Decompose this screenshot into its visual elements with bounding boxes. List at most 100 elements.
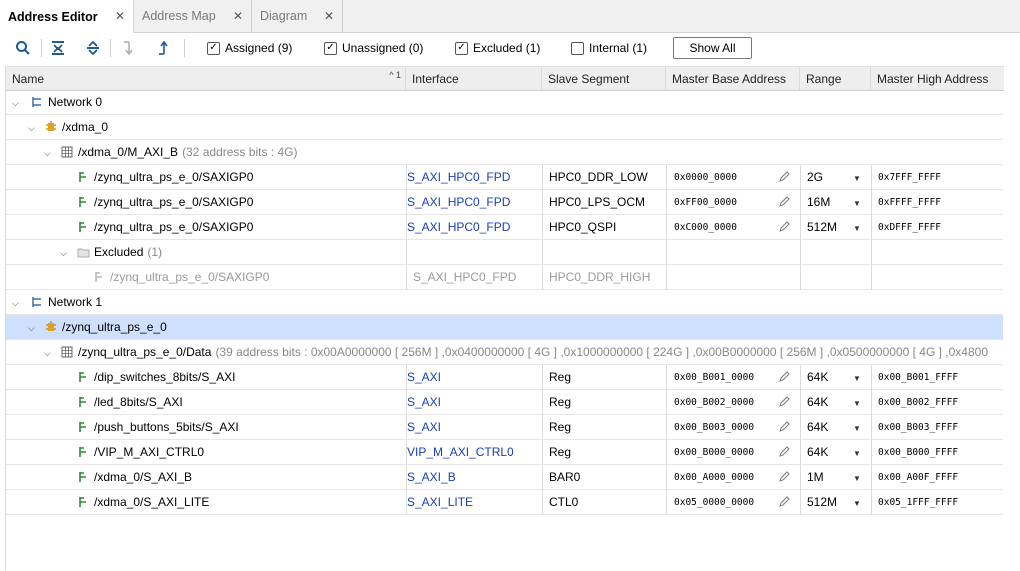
close-icon[interactable]: ✕ <box>324 9 334 23</box>
chevron-down-icon[interactable]: ⌵ <box>60 248 67 259</box>
collapse-all-icon[interactable] <box>48 38 68 58</box>
segment-icon <box>76 470 90 484</box>
pencil-icon[interactable] <box>778 370 791 386</box>
pencil-icon[interactable] <box>778 420 791 436</box>
range-dropdown[interactable]: 64K <box>807 365 828 389</box>
pencil-icon[interactable] <box>778 170 791 186</box>
chevron-down-icon[interactable]: ⌵ <box>44 348 51 359</box>
segment-name: /push_buttons_5bits/S_AXI <box>94 420 239 434</box>
show-all-button[interactable]: Show All <box>673 37 752 59</box>
dropdown-arrow-icon[interactable]: ▼ <box>853 199 861 208</box>
tab-address-editor[interactable]: Address Editor ✕ <box>0 0 134 33</box>
range-dropdown[interactable]: 64K <box>807 390 828 414</box>
close-icon[interactable]: ✕ <box>233 9 243 23</box>
tree-row-address-space[interactable]: ⌵ /zynq_ultra_ps_e_0/Data (39 address bi… <box>6 340 1003 365</box>
table-row[interactable]: /push_buttons_5bits/S_AXI S_AXI Reg 0x00… <box>6 415 1003 440</box>
master-base-address-field[interactable]: 0x00_B003_0000 <box>674 415 754 439</box>
table-row[interactable]: /zynq_ultra_ps_e_0/SAXIGP0 S_AXI_HPC0_FP… <box>6 190 1003 215</box>
master-base-address-field[interactable]: 0xC000_0000 <box>674 215 737 239</box>
interface-link[interactable]: S_AXI_LITE <box>407 490 473 514</box>
master-base-address-field[interactable]: 0xFF00_0000 <box>674 190 737 214</box>
column-header-slave-segment[interactable]: Slave Segment <box>542 67 666 90</box>
table-row[interactable]: /led_8bits/S_AXI S_AXI Reg 0x00_B002_000… <box>6 390 1003 415</box>
chevron-down-icon[interactable]: ⌵ <box>44 148 51 159</box>
master-base-address-field[interactable]: 0x00_A000_0000 <box>674 465 754 489</box>
column-header-interface[interactable]: Interface <box>406 67 542 90</box>
chevron-down-icon[interactable]: ⌵ <box>28 123 35 134</box>
table-row[interactable]: /xdma_0/S_AXI_B S_AXI_B BAR0 0x00_A000_0… <box>6 465 1003 490</box>
column-header-master-base-address[interactable]: Master Base Address <box>666 67 800 90</box>
range-dropdown[interactable]: 64K <box>807 415 828 439</box>
interface-link[interactable]: S_AXI_HPC0_FPD <box>407 165 510 189</box>
interface-link[interactable]: S_AXI_B <box>407 465 456 489</box>
tree-row-network-0[interactable]: ⌵ Network 0 <box>6 90 1003 115</box>
range-dropdown[interactable]: 16M <box>807 190 830 214</box>
chevron-down-icon[interactable]: ⌵ <box>28 323 35 334</box>
column-header-name[interactable]: Name ^ 1 <box>6 67 406 90</box>
pencil-icon[interactable] <box>778 195 791 211</box>
close-icon[interactable]: ✕ <box>115 9 125 23</box>
dropdown-arrow-icon[interactable]: ▼ <box>853 374 861 383</box>
interface-link[interactable]: S_AXI_HPC0_FPD <box>407 190 510 214</box>
master-base-address-field[interactable]: 0x00_B001_0000 <box>674 365 754 389</box>
range-dropdown[interactable]: 512M <box>807 490 837 514</box>
range-dropdown[interactable]: 512M <box>807 215 837 239</box>
chevron-down-icon[interactable]: ⌵ <box>12 98 19 109</box>
chevron-down-icon[interactable]: ⌵ <box>12 298 19 309</box>
unassigned-filter-checkbox[interactable]: ✓ Unassigned (0) <box>324 41 423 55</box>
excluded-filter-checkbox[interactable]: ✓ Excluded (1) <box>455 41 540 55</box>
range-dropdown[interactable]: 64K <box>807 440 828 464</box>
address-space-icon <box>60 145 74 159</box>
pencil-icon[interactable] <box>778 220 791 236</box>
slave-segment: CTL0 <box>549 495 579 509</box>
interface-label: S_AXI_HPC0_FPD <box>413 270 517 284</box>
internal-filter-checkbox[interactable]: Internal (1) <box>571 41 647 55</box>
interface-link[interactable]: S_AXI <box>407 365 441 389</box>
tree-row-master-zynq[interactable]: ⌵ /zynq_ultra_ps_e_0 <box>6 315 1003 340</box>
interface-link[interactable]: S_AXI_HPC0_FPD <box>407 215 510 239</box>
dropdown-arrow-icon[interactable]: ▼ <box>853 499 861 508</box>
column-divider <box>666 165 667 290</box>
dropdown-arrow-icon[interactable]: ▼ <box>853 424 861 433</box>
column-header-range[interactable]: Range <box>800 67 871 90</box>
pencil-icon[interactable] <box>778 395 791 411</box>
expand-all-icon[interactable] <box>83 38 103 58</box>
column-divider <box>542 165 543 290</box>
range-dropdown[interactable]: 2G <box>807 165 823 189</box>
assigned-filter-checkbox[interactable]: ✓ Assigned (9) <box>207 41 292 55</box>
master-base-address-field[interactable]: 0x00_B002_0000 <box>674 390 754 414</box>
dropdown-arrow-icon[interactable]: ▼ <box>853 474 861 483</box>
tree-row-excluded-group[interactable]: ⌵ Excluded (1) <box>6 240 1003 265</box>
master-base-address-field[interactable]: 0x0000_0000 <box>674 165 737 189</box>
dropdown-arrow-icon[interactable]: ▼ <box>853 449 861 458</box>
search-icon[interactable] <box>13 38 33 58</box>
master-base-address-field[interactable]: 0x00_B000_0000 <box>674 440 754 464</box>
column-divider <box>800 165 801 290</box>
segment-icon <box>76 195 90 209</box>
table-row[interactable]: /dip_switches_8bits/S_AXI S_AXI Reg 0x00… <box>6 365 1003 390</box>
pencil-icon[interactable] <box>778 445 791 461</box>
tab-address-map[interactable]: Address Map ✕ <box>134 0 252 32</box>
move-down-icon[interactable] <box>118 38 138 58</box>
column-header-master-high-address[interactable]: Master High Address <box>871 67 1004 90</box>
table-row[interactable]: /zynq_ultra_ps_e_0/SAXIGP0 S_AXI_HPC0_FP… <box>6 165 1003 190</box>
dropdown-arrow-icon[interactable]: ▼ <box>853 399 861 408</box>
interface-link[interactable]: VIP_M_AXI_CTRL0 <box>407 440 514 464</box>
dropdown-arrow-icon[interactable]: ▼ <box>853 174 861 183</box>
tree-row-network-1[interactable]: ⌵ Network 1 <box>6 290 1003 315</box>
table-row[interactable]: /xdma_0/S_AXI_LITE S_AXI_LITE CTL0 0x05_… <box>6 490 1003 515</box>
dropdown-arrow-icon[interactable]: ▼ <box>853 224 861 233</box>
move-up-icon[interactable] <box>153 38 173 58</box>
pencil-icon[interactable] <box>778 495 791 511</box>
table-row[interactable]: /zynq_ultra_ps_e_0/SAXIGP0 S_AXI_HPC0_FP… <box>6 215 1003 240</box>
table-row-excluded[interactable]: /zynq_ultra_ps_e_0/SAXIGP0 S_AXI_HPC0_FP… <box>6 265 1003 290</box>
range-dropdown[interactable]: 1M <box>807 465 824 489</box>
tree-row-address-space[interactable]: ⌵ /xdma_0/M_AXI_B (32 address bits : 4G) <box>6 140 1003 165</box>
pencil-icon[interactable] <box>778 470 791 486</box>
interface-link[interactable]: S_AXI <box>407 390 441 414</box>
master-base-address-field[interactable]: 0x05_0000_0000 <box>674 490 754 514</box>
tree-row-master-xdma0[interactable]: ⌵ /xdma_0 <box>6 115 1003 140</box>
tab-diagram[interactable]: Diagram ✕ <box>252 0 343 32</box>
interface-link[interactable]: S_AXI <box>407 415 441 439</box>
table-row[interactable]: /VIP_M_AXI_CTRL0 VIP_M_AXI_CTRL0 Reg 0x0… <box>6 440 1003 465</box>
